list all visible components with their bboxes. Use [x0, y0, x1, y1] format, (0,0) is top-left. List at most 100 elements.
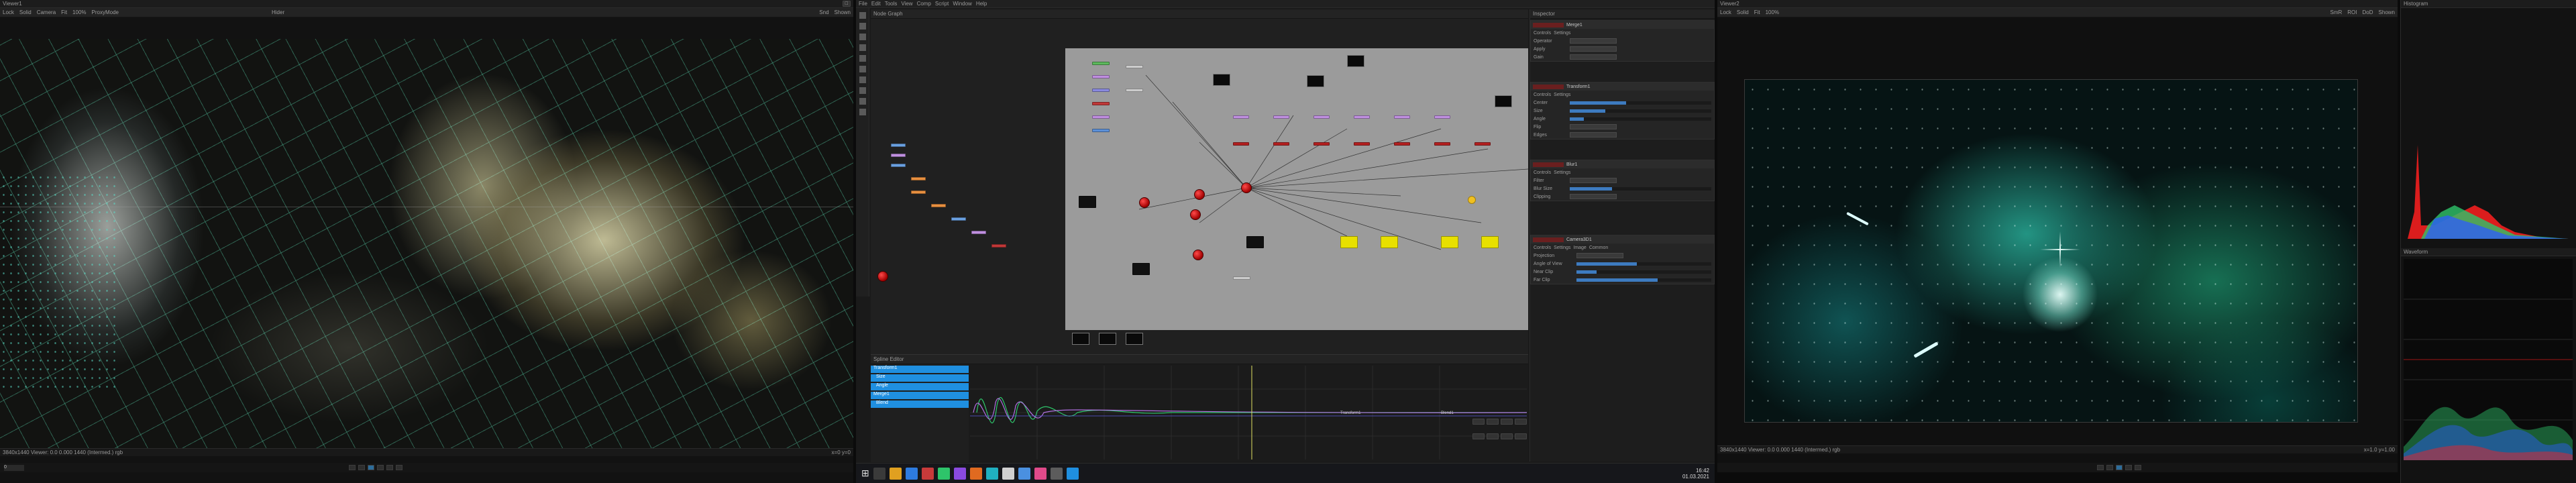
app-icon[interactable] [889, 467, 902, 480]
toolbar-item[interactable]: 100% [1766, 9, 1779, 15]
app-icon[interactable] [953, 467, 966, 480]
tool-node[interactable] [1233, 276, 1250, 280]
section-title[interactable]: Transform1 [1566, 85, 1591, 89]
toolbar-item[interactable]: Shown [835, 9, 851, 15]
node[interactable] [931, 204, 946, 207]
section-title[interactable]: Camera3D1 [1566, 237, 1592, 242]
toolbar-item[interactable]: SmR [2330, 9, 2343, 15]
menu-help[interactable]: Help [976, 1, 987, 7]
key-node[interactable] [1241, 182, 1252, 193]
key-node[interactable] [1190, 209, 1201, 220]
param-slider[interactable] [1570, 186, 1711, 191]
param-slider[interactable] [1576, 278, 1711, 282]
spline-list-item[interactable]: Angle [871, 383, 969, 390]
merge-node[interactable] [1354, 115, 1370, 119]
node[interactable] [891, 154, 906, 157]
param-field[interactable] [1570, 178, 1617, 183]
loop-button[interactable] [396, 465, 402, 470]
param-field[interactable] [1570, 194, 1617, 199]
key-node[interactable] [1193, 250, 1203, 260]
param-field[interactable] [1570, 54, 1617, 60]
thumbnail-node[interactable] [1307, 75, 1324, 87]
toolbar-item[interactable]: Solid [19, 9, 32, 15]
tab[interactable]: Controls [1534, 93, 1551, 97]
menu-window[interactable]: Window [953, 1, 971, 7]
play-reverse-button[interactable] [358, 465, 365, 470]
play-button[interactable] [377, 465, 384, 470]
loader-node[interactable] [1092, 62, 1110, 65]
toolbar-item[interactable]: Camera [37, 9, 56, 15]
tool-icon[interactable] [859, 23, 866, 30]
loader-node[interactable] [1092, 129, 1110, 132]
tab[interactable]: Image [1573, 246, 1586, 250]
node[interactable] [911, 191, 926, 194]
toolbar-item[interactable]: DoD [2363, 9, 2373, 15]
toolbar-item[interactable]: Fit [61, 9, 67, 15]
spline-list-item[interactable]: Blend [871, 400, 969, 408]
toolbar-item[interactable]: Lock [3, 9, 14, 15]
param-field[interactable] [1576, 253, 1623, 258]
param-slider[interactable] [1570, 101, 1711, 105]
tool-icon[interactable] [1472, 433, 1485, 439]
merge-node[interactable] [1273, 115, 1289, 119]
toolbar-item[interactable]: Solid [1737, 9, 1749, 15]
merge-node[interactable] [1313, 115, 1330, 119]
output-node[interactable] [1441, 236, 1458, 248]
app-icon[interactable] [985, 467, 998, 480]
blur-node[interactable] [1233, 142, 1249, 146]
loader-node[interactable] [1092, 75, 1110, 78]
prev-frame-button[interactable] [2097, 465, 2104, 470]
menu-tools[interactable]: Tools [885, 1, 898, 7]
param-field[interactable] [1570, 124, 1617, 129]
app-icon[interactable] [1002, 467, 1014, 480]
output-node[interactable] [1481, 236, 1499, 248]
loader-node[interactable] [1092, 102, 1110, 105]
node-editor[interactable]: Node Graph [871, 9, 1528, 354]
spline-list-item[interactable]: Size [871, 374, 969, 382]
tab[interactable]: Settings [1554, 246, 1570, 250]
highlight-node[interactable] [1468, 196, 1476, 204]
maximize-button[interactable]: □ [842, 1, 851, 7]
tool-icon[interactable] [859, 12, 866, 19]
app-icon[interactable] [921, 467, 934, 480]
tab[interactable]: Controls [1534, 170, 1551, 175]
param-slider[interactable] [1576, 270, 1711, 274]
merge-node[interactable] [1394, 115, 1410, 119]
param-field[interactable] [1570, 132, 1617, 138]
param-slider[interactable] [1570, 117, 1711, 121]
output-node[interactable] [1132, 263, 1150, 275]
tool-icon[interactable] [1501, 433, 1513, 439]
tray-clock[interactable]: 16:42 01.03.2021 [1682, 468, 1709, 480]
app-icon[interactable] [1018, 467, 1030, 480]
loader-node[interactable] [1092, 115, 1110, 119]
tool-icon[interactable] [1515, 433, 1527, 439]
tool-icon[interactable] [859, 76, 866, 83]
app-icon[interactable] [1034, 467, 1046, 480]
output-node[interactable] [1246, 236, 1264, 248]
toolbar-item[interactable]: Snd [819, 9, 828, 15]
spline-list-item[interactable]: Transform1 [871, 366, 969, 373]
play-button[interactable] [2125, 465, 2132, 470]
node[interactable] [971, 231, 986, 234]
prev-frame-button[interactable] [349, 465, 356, 470]
key-node[interactable] [1139, 197, 1150, 208]
play-reverse-button[interactable] [2106, 465, 2113, 470]
toolbar-item[interactable]: Hider [272, 9, 284, 15]
toolbar-item[interactable]: Lock [1720, 9, 1731, 15]
output-node[interactable] [1079, 196, 1096, 208]
right-viewer-image[interactable] [1744, 79, 2358, 423]
key-node[interactable] [1194, 189, 1205, 200]
tool-icon[interactable] [1472, 419, 1485, 425]
spline-list-item[interactable]: Merge1 [871, 392, 969, 399]
thumbnail-node[interactable] [1347, 55, 1364, 67]
app-icon[interactable] [1050, 467, 1063, 480]
tool-icon[interactable] [859, 34, 866, 40]
spline-editor[interactable]: Spline Editor Transform1 Size Angle Merg… [871, 354, 1528, 462]
merge-node[interactable] [1233, 115, 1249, 119]
thumbnail-node[interactable] [1213, 74, 1230, 86]
param-field[interactable] [1570, 46, 1617, 52]
node[interactable] [891, 164, 906, 167]
tab[interactable]: Controls [1534, 31, 1551, 36]
tool-node[interactable] [1126, 65, 1143, 68]
thumbnail-node[interactable] [1099, 333, 1116, 345]
